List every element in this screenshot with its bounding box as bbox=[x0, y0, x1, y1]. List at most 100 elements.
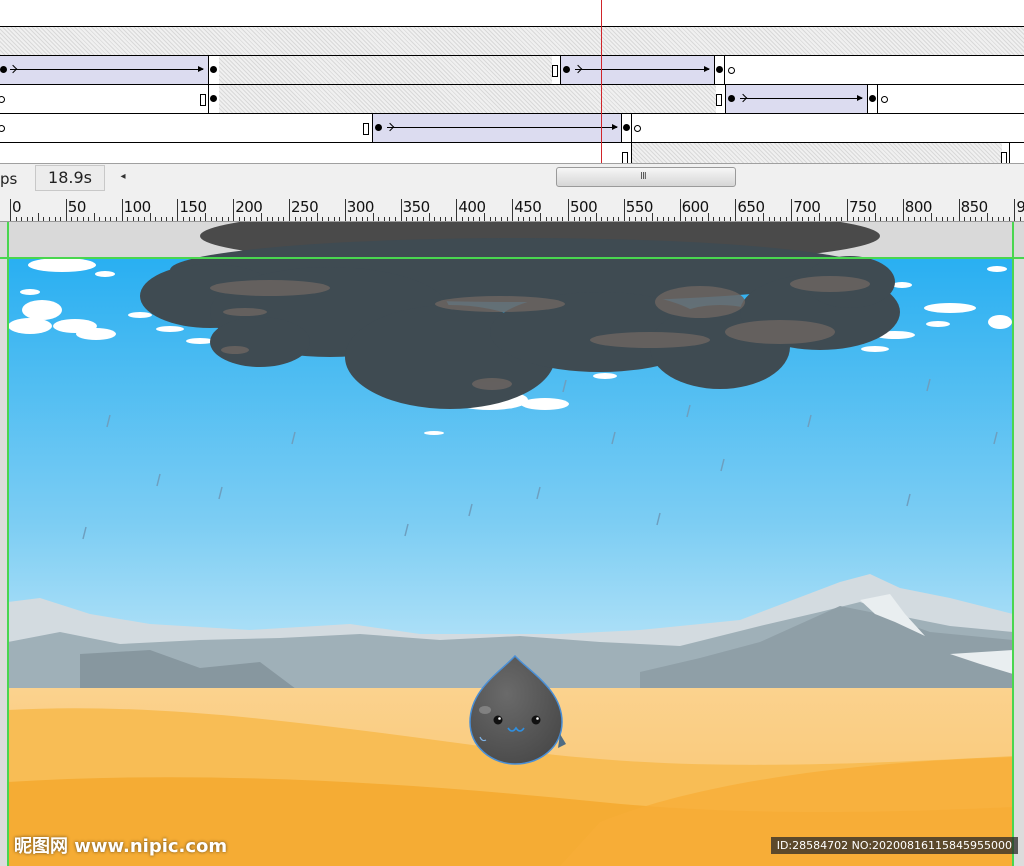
ruler-tick bbox=[222, 217, 224, 221]
ruler-tick bbox=[188, 217, 190, 221]
empty-keyframe-icon[interactable] bbox=[0, 125, 5, 132]
ruler-tick bbox=[953, 217, 955, 221]
frame-rate-label[interactable]: ps bbox=[0, 170, 17, 188]
stage-scene[interactable] bbox=[0, 222, 1024, 866]
stage-guide-horizontal[interactable] bbox=[0, 257, 1024, 259]
horizontal-ruler[interactable]: 0 50 100 150 200 250 300 350 400 450 500 550 600 650 7… bbox=[0, 192, 1024, 222]
ruler-tick bbox=[568, 199, 569, 221]
tween-arrow-icon bbox=[575, 66, 710, 72]
keyframe-icon[interactable] bbox=[563, 66, 570, 73]
end-frame-icon[interactable] bbox=[200, 94, 206, 106]
ruler-tick bbox=[378, 217, 380, 221]
ruler-tick bbox=[830, 217, 832, 221]
stage-guide-left[interactable] bbox=[7, 222, 9, 866]
horizontal-scrollbar-thumb[interactable]: III bbox=[556, 167, 736, 187]
empty-keyframe-icon[interactable] bbox=[728, 67, 735, 74]
ruler-tick bbox=[590, 217, 592, 221]
elapsed-time-display[interactable]: 18.9s bbox=[35, 165, 105, 191]
keyframe-icon[interactable] bbox=[869, 95, 876, 102]
end-frame-icon[interactable] bbox=[1001, 152, 1007, 163]
keyframe-icon[interactable] bbox=[375, 124, 382, 131]
timeline-layer-row[interactable] bbox=[0, 113, 1024, 142]
ruler-tick bbox=[104, 217, 106, 221]
ruler-tick bbox=[110, 217, 112, 221]
ruler-tick bbox=[389, 217, 391, 221]
ruler-label: 50 bbox=[67, 198, 87, 216]
ruler-tick bbox=[49, 217, 51, 221]
keyframe-icon[interactable] bbox=[728, 95, 735, 102]
playhead[interactable] bbox=[601, 0, 602, 163]
stage-guide-right[interactable] bbox=[1012, 222, 1014, 866]
ruler-label: 200 bbox=[235, 198, 263, 216]
ruler-tick bbox=[807, 217, 809, 221]
timeline-layer-row[interactable] bbox=[0, 26, 1024, 55]
ruler-tick bbox=[244, 217, 246, 221]
ruler-tick bbox=[439, 217, 441, 221]
ruler-tick bbox=[556, 217, 558, 221]
timeline-layer-row[interactable] bbox=[0, 142, 1024, 163]
keyframe-icon[interactable] bbox=[623, 124, 630, 131]
empty-keyframe-icon[interactable] bbox=[634, 125, 641, 132]
end-frame-icon[interactable] bbox=[716, 94, 722, 106]
ruler-tick bbox=[238, 217, 240, 221]
arrow-left-icon[interactable]: ◂ bbox=[114, 167, 132, 187]
ruler-tick bbox=[300, 217, 302, 221]
ruler-tick bbox=[674, 217, 676, 221]
ruler-tick bbox=[512, 199, 514, 221]
motion-tween-span[interactable] bbox=[0, 56, 208, 84]
ruler-tick bbox=[913, 217, 915, 221]
ruler-tick bbox=[662, 217, 664, 221]
timeline-layer-row[interactable] bbox=[0, 55, 1024, 84]
ruler-tick bbox=[121, 199, 123, 221]
ruler-tick bbox=[322, 217, 324, 221]
ruler-tick bbox=[523, 217, 525, 221]
end-frame-icon[interactable] bbox=[622, 152, 628, 163]
ruler-tick bbox=[361, 217, 363, 221]
end-frame-icon[interactable] bbox=[363, 123, 369, 135]
ruler-tick bbox=[450, 217, 452, 221]
stage-pasteboard[interactable]: 昵图网 www.nipic.com ID:28584702 NO:2020081… bbox=[0, 222, 1024, 866]
ruler-tick bbox=[964, 217, 966, 221]
end-frame-icon[interactable] bbox=[552, 65, 558, 77]
ruler-tick bbox=[383, 217, 385, 221]
ruler-tick bbox=[60, 217, 62, 221]
ruler-tick bbox=[891, 217, 893, 221]
ruler-tick bbox=[941, 217, 943, 221]
ruler-label: 350 bbox=[402, 198, 431, 216]
ruler-tick bbox=[1003, 217, 1005, 221]
timeline-layer-row[interactable] bbox=[0, 84, 1024, 113]
ruler-tick bbox=[908, 217, 910, 221]
ruler-tick bbox=[551, 217, 553, 221]
ruler-tick bbox=[15, 217, 17, 221]
motion-tween-span[interactable] bbox=[373, 114, 621, 142]
motion-tween-span[interactable] bbox=[561, 56, 714, 84]
ruler-tick bbox=[233, 199, 235, 221]
ruler-label: 250 bbox=[291, 198, 319, 216]
ruler-tick bbox=[601, 217, 603, 221]
ruler-tick bbox=[54, 217, 56, 221]
keyframe-icon[interactable] bbox=[210, 66, 217, 73]
ruler-tick bbox=[607, 217, 609, 221]
ruler-tick bbox=[216, 217, 218, 221]
ruler-tick bbox=[1008, 217, 1010, 221]
ruler-tick bbox=[902, 199, 904, 221]
ruler-tick bbox=[355, 217, 357, 221]
ruler-tick bbox=[824, 217, 826, 221]
ruler-label: 500 bbox=[570, 198, 598, 216]
ruler-tick bbox=[858, 217, 860, 221]
ruler-tick bbox=[266, 217, 268, 221]
empty-keyframe-icon[interactable] bbox=[0, 96, 5, 103]
ruler-tick bbox=[311, 217, 313, 221]
ruler-tick bbox=[65, 199, 67, 221]
ruler-tick bbox=[194, 217, 196, 221]
keyframe-icon[interactable] bbox=[210, 95, 217, 102]
timeline-panel[interactable] bbox=[0, 0, 1024, 163]
empty-keyframe-icon[interactable] bbox=[881, 96, 888, 103]
motion-tween-span[interactable] bbox=[726, 85, 867, 113]
ruler-tick bbox=[992, 217, 994, 221]
ruler-tick bbox=[417, 217, 419, 221]
keyframe-icon[interactable] bbox=[716, 66, 723, 73]
ruler-tick bbox=[344, 199, 346, 221]
ruler-tick bbox=[143, 217, 145, 221]
keyframe-icon[interactable] bbox=[0, 66, 7, 73]
